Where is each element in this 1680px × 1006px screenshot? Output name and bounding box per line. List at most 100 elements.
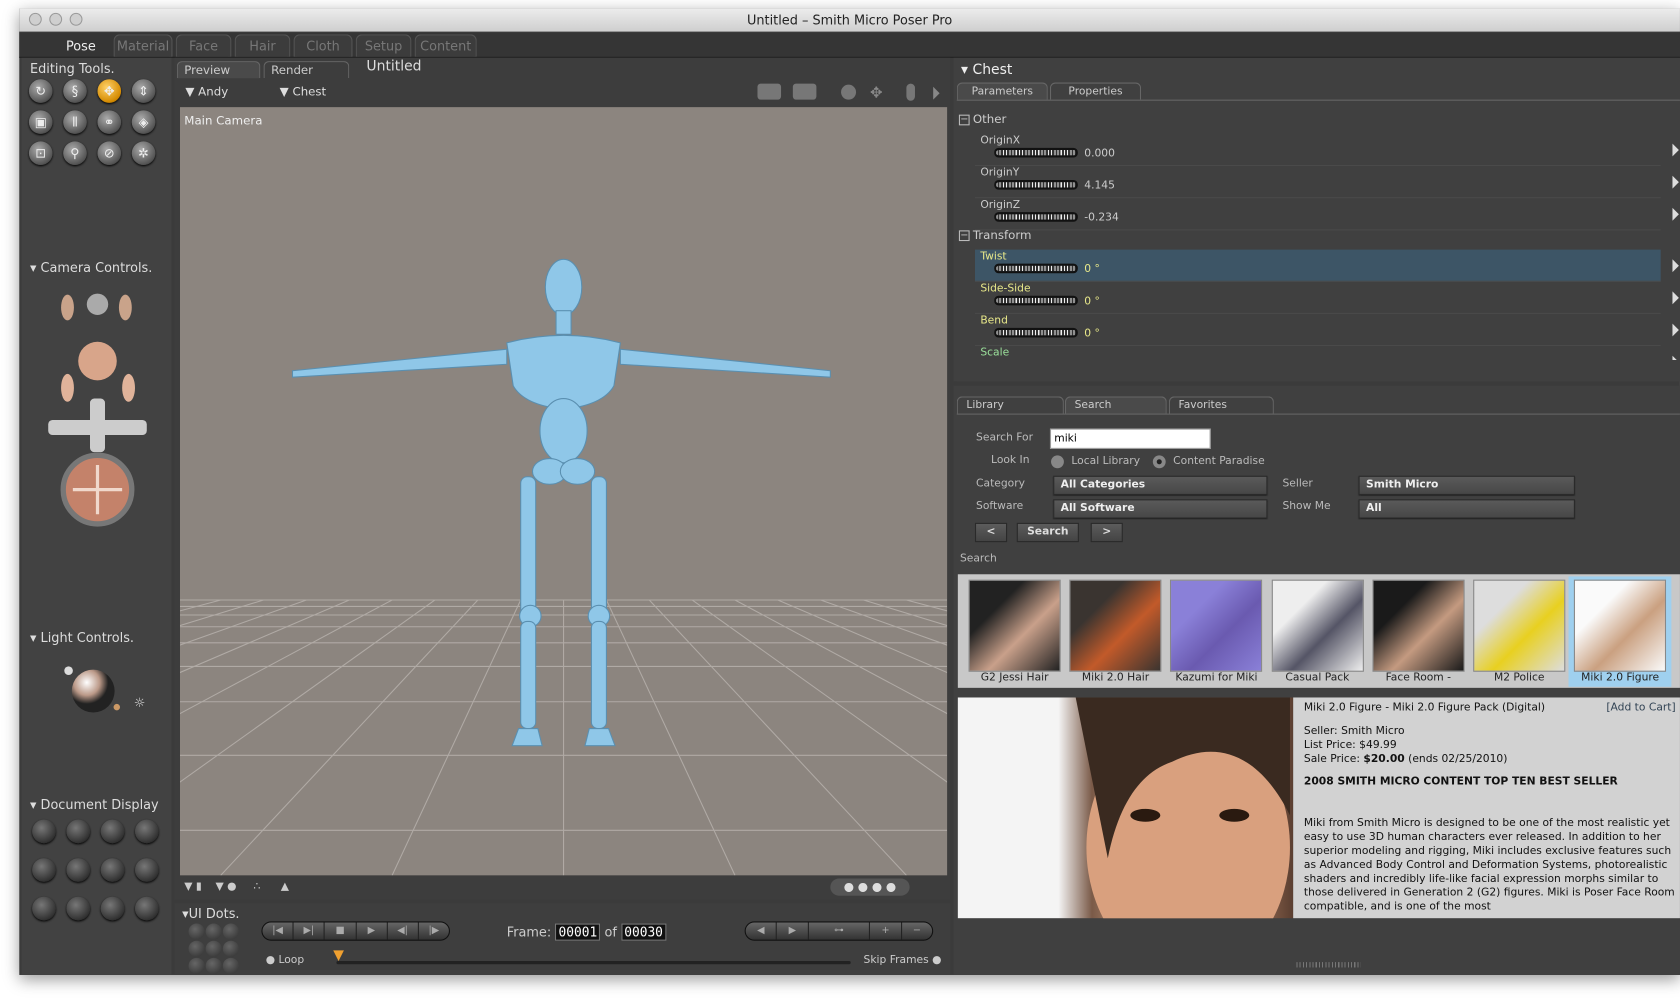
camera-view-icon[interactable]: [792, 83, 817, 100]
result-thumbnail[interactable]: [1574, 579, 1667, 672]
rotate-icon[interactable]: ↻: [28, 79, 53, 103]
chain-break-icon[interactable]: ⚭: [97, 110, 122, 134]
param-menu-arrow-icon[interactable]: [1672, 323, 1679, 337]
content-paradise-radio[interactable]: [1152, 455, 1166, 469]
next-frame-button[interactable]: |▶: [419, 922, 449, 939]
time-slider[interactable]: [336, 961, 851, 965]
direct-manipulation-icon[interactable]: ✲: [131, 141, 156, 165]
time-slider-handle[interactable]: [333, 950, 344, 962]
param-group-transform[interactable]: − Transform: [958, 228, 1031, 242]
tab-library[interactable]: Library: [956, 396, 1064, 414]
param-dial[interactable]: [994, 179, 1078, 190]
prev-frame-button[interactable]: ◀|: [388, 922, 419, 940]
search-input[interactable]: [1049, 428, 1211, 449]
texture-shaded-style-icon[interactable]: [134, 896, 159, 921]
result-caption[interactable]: Kazumi for Miki: [1166, 672, 1267, 684]
ui-dot-icon[interactable]: [222, 957, 239, 974]
loop-toggle[interactable]: ● Loop: [266, 955, 304, 967]
param-menu-arrow-icon[interactable]: [1672, 175, 1679, 189]
show-me-select[interactable]: All: [1358, 499, 1575, 519]
tab-search[interactable]: Search: [1064, 396, 1167, 414]
silhouette-style-icon[interactable]: [32, 819, 56, 844]
param-dial[interactable]: [994, 327, 1078, 338]
current-frame-field[interactable]: 00001: [555, 923, 601, 941]
param-value[interactable]: 0.000: [1084, 148, 1115, 160]
param-menu-arrow-icon[interactable]: [1672, 259, 1679, 273]
scale-camera-icon[interactable]: [906, 83, 915, 101]
move-camera-icon[interactable]: ✥: [870, 85, 883, 102]
close-button[interactable]: [28, 12, 42, 26]
total-frames-field[interactable]: 00030: [621, 923, 667, 941]
result-thumbnail[interactable]: [1372, 579, 1465, 672]
tab-preview[interactable]: Preview: [176, 61, 261, 79]
result-caption[interactable]: Miki 2.0 Hair: [1065, 672, 1166, 684]
rotate-trackball-icon[interactable]: [841, 84, 857, 100]
result-thumbnail[interactable]: [1271, 579, 1364, 672]
keyframes-editor-button[interactable]: ⊶: [809, 922, 871, 940]
ui-dot-icon[interactable]: [205, 957, 222, 974]
last-frame-button[interactable]: ▶|: [294, 922, 326, 940]
figure-menu[interactable]: ▼ Andy: [185, 85, 228, 99]
play-button[interactable]: ▶: [356, 922, 388, 940]
cartoon-style-icon[interactable]: [134, 858, 159, 882]
software-select[interactable]: All Software: [1053, 499, 1268, 519]
param-value[interactable]: 0 °: [1084, 328, 1100, 340]
result-caption[interactable]: M2 Police: [1469, 672, 1570, 684]
result-caption[interactable]: Miki 2.0 Figure: [1570, 672, 1671, 684]
result-thumbnail[interactable]: [968, 579, 1061, 672]
param-dial[interactable]: [994, 295, 1078, 306]
scale-icon[interactable]: ▣: [28, 110, 53, 134]
tab-parameters[interactable]: Parameters: [956, 82, 1048, 100]
flat-lined-style-icon[interactable]: [100, 858, 125, 882]
zoom-button[interactable]: [69, 12, 83, 26]
3d-viewport[interactable]: Main Camera: [179, 107, 948, 876]
prev-page-button[interactable]: <: [974, 522, 1008, 543]
result-thumbnail[interactable]: [1473, 579, 1566, 672]
minimize-button[interactable]: [49, 12, 63, 26]
delete-key-button[interactable]: −: [902, 922, 932, 939]
actor-header[interactable]: ▾ Chest: [961, 62, 1012, 78]
result-caption[interactable]: Casual Pack: [1267, 672, 1368, 684]
hidden-line-style-icon[interactable]: [134, 819, 159, 844]
next-key-button[interactable]: ▶: [777, 922, 809, 940]
local-library-radio[interactable]: [1051, 455, 1064, 469]
ui-dot-icon[interactable]: [188, 940, 205, 957]
category-select[interactable]: All Categories: [1053, 475, 1268, 495]
tab-properties[interactable]: Properties: [1049, 82, 1142, 100]
palette-resize-handle[interactable]: [1296, 962, 1361, 968]
tracking-mode-icon[interactable]: ∴: [254, 881, 261, 893]
result-thumbnail[interactable]: [1170, 579, 1263, 672]
grouping-icon[interactable]: ⊡: [28, 141, 53, 165]
param-menu-arrow-icon[interactable]: [1672, 291, 1679, 305]
shadow-icon[interactable]: ▲: [281, 881, 289, 893]
result-caption[interactable]: Face Room -: [1368, 672, 1469, 684]
add-key-button[interactable]: +: [870, 922, 902, 940]
color-icon[interactable]: ◈: [131, 110, 156, 134]
room-tab-hair[interactable]: Hair: [234, 34, 291, 57]
seller-select[interactable]: Smith Micro: [1358, 475, 1575, 495]
smooth-lined-style-icon[interactable]: [100, 896, 125, 921]
flat-shaded-style-icon[interactable]: [66, 858, 90, 882]
room-tab-pose[interactable]: Pose: [51, 34, 110, 56]
search-button[interactable]: Search: [1016, 522, 1079, 543]
tab-favorites[interactable]: Favorites: [1168, 396, 1274, 414]
param-value[interactable]: 4.145: [1084, 180, 1115, 192]
wireframe-style-icon[interactable]: [100, 819, 125, 844]
param-value[interactable]: -0.234: [1084, 212, 1119, 224]
ui-dot-icon[interactable]: [222, 923, 239, 940]
param-menu-arrow-icon[interactable]: [1672, 143, 1679, 157]
smooth-shaded-style-icon[interactable]: [66, 896, 90, 921]
ui-dot-icon[interactable]: [222, 940, 239, 957]
view-magnifier-icon[interactable]: ⚲: [63, 141, 87, 165]
next-page-button[interactable]: >: [1090, 522, 1123, 543]
translate-in-out-icon[interactable]: ⇕: [131, 79, 156, 103]
ui-dot-icon[interactable]: [205, 923, 222, 940]
add-to-cart-link[interactable]: [Add to Cart]: [1606, 701, 1675, 715]
viewport-menu-arrow-icon[interactable]: [933, 86, 940, 100]
taper-icon[interactable]: ⫴: [63, 110, 87, 134]
morphing-tool-icon[interactable]: ⊘: [97, 141, 122, 165]
param-value[interactable]: 0 °: [1084, 264, 1100, 276]
camera-icon[interactable]: [757, 83, 782, 100]
preview-dots[interactable]: ● ● ● ●: [830, 878, 910, 896]
translate-icon[interactable]: ✥: [97, 79, 122, 103]
